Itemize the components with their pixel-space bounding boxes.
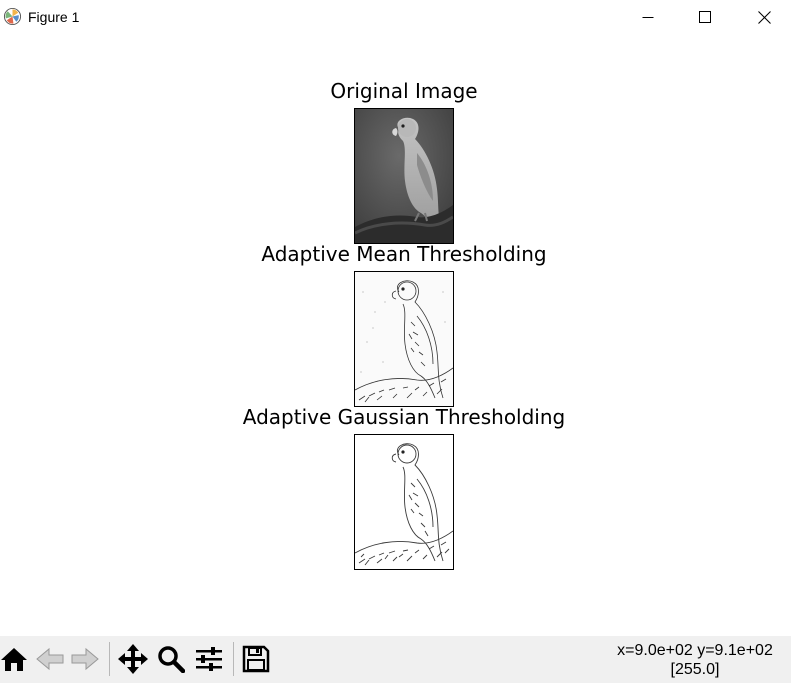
close-icon (757, 10, 771, 24)
window-titlebar: Figure 1 (0, 0, 791, 34)
configure-subplots-icon (196, 647, 222, 671)
subplot-title-adaptive-gaussian: Adaptive Gaussian Thresholding (242, 405, 566, 429)
save-button[interactable] (239, 641, 273, 677)
figure-canvas[interactable]: Original Image Adaptive Mean Thresholdin… (0, 34, 791, 636)
subplot-title-adaptive-mean: Adaptive Mean Thresholding (261, 242, 547, 266)
original-image (355, 109, 453, 243)
maximize-button[interactable] (682, 0, 728, 34)
toolbar-separator (109, 642, 110, 676)
window-title: Figure 1 (28, 9, 80, 25)
back-button[interactable] (33, 641, 67, 677)
minimize-button[interactable] (625, 0, 671, 34)
configure-subplots-button[interactable] (192, 641, 226, 677)
forward-arrow-icon (71, 647, 99, 671)
coordinate-readout: x=9.0e+02 y=9.1e+02 [255.0] (600, 641, 790, 679)
close-button[interactable] (741, 0, 787, 34)
back-arrow-icon (36, 647, 64, 671)
pixel-value: [255.0] (670, 661, 720, 678)
zoom-icon (158, 646, 185, 673)
adaptive-gaussian-axes[interactable] (354, 434, 454, 570)
navigation-toolbar: x=9.0e+02 y=9.1e+02 [255.0] (0, 636, 791, 683)
adaptive-mean-image (355, 272, 453, 406)
adaptive-mean-axes[interactable] (354, 271, 454, 407)
home-icon (1, 648, 27, 671)
original-image-axes[interactable] (354, 108, 454, 244)
pan-icon (118, 644, 148, 674)
minimize-icon (642, 17, 654, 18)
save-icon (242, 645, 270, 673)
home-button[interactable] (0, 641, 31, 677)
cursor-coords: x=9.0e+02 y=9.1e+02 (617, 642, 773, 659)
matplotlib-logo-icon (3, 7, 22, 26)
zoom-button[interactable] (154, 641, 188, 677)
forward-button[interactable] (68, 641, 102, 677)
adaptive-gaussian-image (355, 435, 453, 569)
toolbar-separator (233, 642, 234, 676)
maximize-icon (699, 11, 711, 23)
pan-button[interactable] (116, 641, 150, 677)
subplot-title-original: Original Image (330, 79, 478, 103)
